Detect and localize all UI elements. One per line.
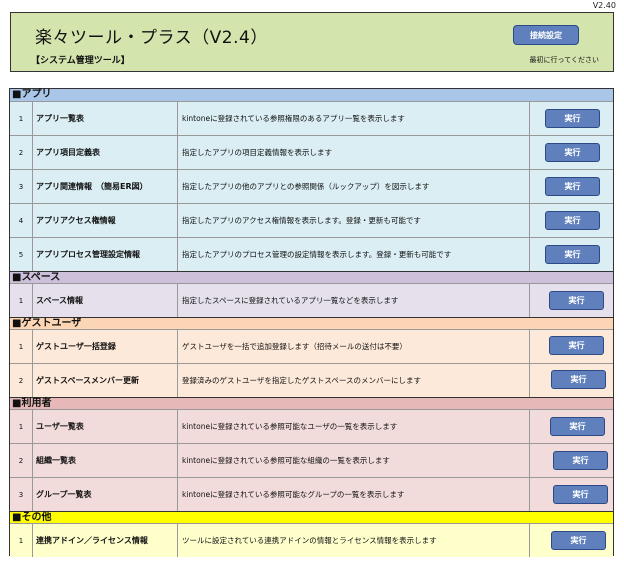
connect-settings-button[interactable]: 接続設定	[513, 25, 579, 45]
app-header: 楽々ツール・プラス（V2.4） 【システム管理ツール】 接続設定 最初に行ってく…	[10, 12, 614, 72]
tool-name: ゲストユーザ一括登録	[32, 330, 178, 363]
tool-description: 指定したアプリのアクセス権情報を表示します。登録・更新も可能です	[178, 204, 530, 237]
run-button[interactable]: 実行	[545, 211, 600, 230]
run-button[interactable]: 実行	[553, 451, 608, 470]
version-tag: V2.40	[592, 1, 616, 10]
table-row: 3 アプリ関連情報 （簡易ER図） 指定したアプリの他のアプリとの参照関係（ルックア…	[10, 169, 613, 203]
run-button[interactable]: 実行	[551, 370, 606, 389]
app-title: 楽々ツール・プラス（V2.4）	[35, 28, 268, 48]
row-number: 2	[18, 148, 24, 157]
run-button[interactable]: 実行	[553, 485, 608, 504]
table-row: 2 アプリ項目定義表 指定したアプリの項目定義情報を表示します 実行	[10, 135, 613, 169]
tool-description: kintoneに登録されている参照権限のあるアプリ一覧を表示します	[178, 102, 530, 135]
tool-name: グループ一覧表	[32, 478, 178, 511]
tool-name: 組織一覧表	[32, 444, 178, 477]
run-button[interactable]: 実行	[550, 417, 605, 436]
tool-name: アプリ関連情報 （簡易ER図）	[32, 170, 178, 203]
section-header-user: ■利用者	[10, 397, 613, 409]
action-cell: 実行	[530, 284, 613, 317]
tool-name: ユーザ一覧表	[32, 410, 178, 443]
row-number: 1	[18, 114, 24, 123]
table-row: 1 アプリ一覧表 kintoneに登録されている参照権限のあるアプリ一覧を表示します…	[10, 101, 613, 135]
table-row: 5 アプリプロセス管理設定情報 指定したアプリのプロセス管理の設定情報を表示します。…	[10, 237, 613, 271]
row-number: 1	[18, 342, 24, 351]
action-cell: 実行	[530, 136, 613, 169]
tool-description: 登録済みのゲストユーザを指定したゲストスペースのメンバーにします	[178, 364, 530, 397]
action-cell: 実行	[530, 170, 613, 203]
tool-description: ゲストユーザを一括で追加登録します（招待メールの送付は不要）	[178, 330, 530, 363]
tool-description: kintoneに登録されている参照可能なグループの一覧を表示します	[178, 478, 530, 511]
table-row: 2 組織一覧表 kintoneに登録されている参照可能な組織の一覧を表示します 実行	[10, 443, 613, 477]
action-cell: 実行	[530, 238, 613, 271]
action-cell: 実行	[530, 364, 613, 397]
run-button[interactable]: 実行	[545, 177, 600, 196]
table-row: 1 ユーザ一覧表 kintoneに登録されている参照可能なユーザの一覧を表示します 実…	[10, 409, 613, 443]
action-cell: 実行	[530, 102, 613, 135]
tool-menu-grid: ■アプリ 1 アプリ一覧表 kintoneに登録されている参照権限のあるアプリ一覧を表…	[9, 88, 614, 557]
row-number: 3	[18, 490, 24, 499]
section-header-other: ■その他	[10, 511, 613, 523]
row-number: 3	[18, 182, 24, 191]
table-row: 4 アプリアクセス権情報 指定したアプリのアクセス権情報を表示します。登録・更新も可…	[10, 203, 613, 237]
tool-name: アプリアクセス権情報	[32, 204, 178, 237]
table-row: 1 スペース情報 指定したスペースに登録されているアプリ一覧などを表示します 実行	[10, 283, 613, 317]
table-row: 1 連携アドイン／ライセンス情報 ツールに設定されている連携アドインの情報とライセン…	[10, 523, 613, 557]
run-button[interactable]: 実行	[545, 143, 600, 162]
row-number: 2	[18, 456, 24, 465]
section-header-space: ■スペース	[10, 271, 613, 283]
tool-name: 連携アドイン／ライセンス情報	[32, 524, 178, 557]
connect-note: 最初に行ってください	[529, 56, 599, 64]
section-header-guest: ■ゲストユーザ	[10, 317, 613, 329]
row-number: 2	[18, 376, 24, 385]
row-number: 1	[18, 422, 24, 431]
run-button[interactable]: 実行	[545, 109, 600, 128]
action-cell: 実行	[530, 204, 613, 237]
tool-description: kintoneに登録されている参照可能な組織の一覧を表示します	[178, 444, 530, 477]
row-number: 4	[18, 216, 24, 225]
tool-description: kintoneに登録されている参照可能なユーザの一覧を表示します	[178, 410, 530, 443]
action-cell: 実行	[530, 410, 613, 443]
run-button[interactable]: 実行	[545, 245, 600, 264]
action-cell: 実行	[530, 524, 613, 557]
tool-description: 指定したアプリのプロセス管理の設定情報を表示します。登録・更新も可能です	[178, 238, 530, 271]
tool-description: 指定したアプリの項目定義情報を表示します	[178, 136, 530, 169]
action-cell: 実行	[530, 444, 613, 477]
table-row: 2 ゲストスペースメンバー更新 登録済みのゲストユーザを指定したゲストスペースのメン…	[10, 363, 613, 397]
table-row: 3 グループ一覧表 kintoneに登録されている参照可能なグループの一覧を表示しま…	[10, 477, 613, 511]
tool-name: スペース情報	[32, 284, 178, 317]
tool-name: アプリ一覧表	[32, 102, 178, 135]
tool-description: 指定したスペースに登録されているアプリ一覧などを表示します	[178, 284, 530, 317]
table-row: 1 ゲストユーザ一括登録 ゲストユーザを一括で追加登録します（招待メールの送付は不要…	[10, 329, 613, 363]
run-button[interactable]: 実行	[549, 336, 604, 355]
tool-name: アプリ項目定義表	[32, 136, 178, 169]
tool-description: 指定したアプリの他のアプリとの参照関係（ルックアップ）を図示します	[178, 170, 530, 203]
tool-description: ツールに設定されている連携アドインの情報とライセンス情報を表示します	[178, 524, 530, 557]
row-number: 1	[18, 536, 24, 545]
tool-name: アプリプロセス管理設定情報	[32, 238, 178, 271]
row-number: 1	[18, 296, 24, 305]
tool-name: ゲストスペースメンバー更新	[32, 364, 178, 397]
section-header-app: ■アプリ	[10, 89, 613, 101]
app-subtitle: 【システム管理ツール】	[31, 56, 130, 66]
action-cell: 実行	[530, 330, 613, 363]
row-number: 5	[18, 250, 24, 259]
run-button[interactable]: 実行	[551, 531, 606, 550]
action-cell: 実行	[530, 478, 613, 511]
run-button[interactable]: 実行	[549, 291, 604, 310]
